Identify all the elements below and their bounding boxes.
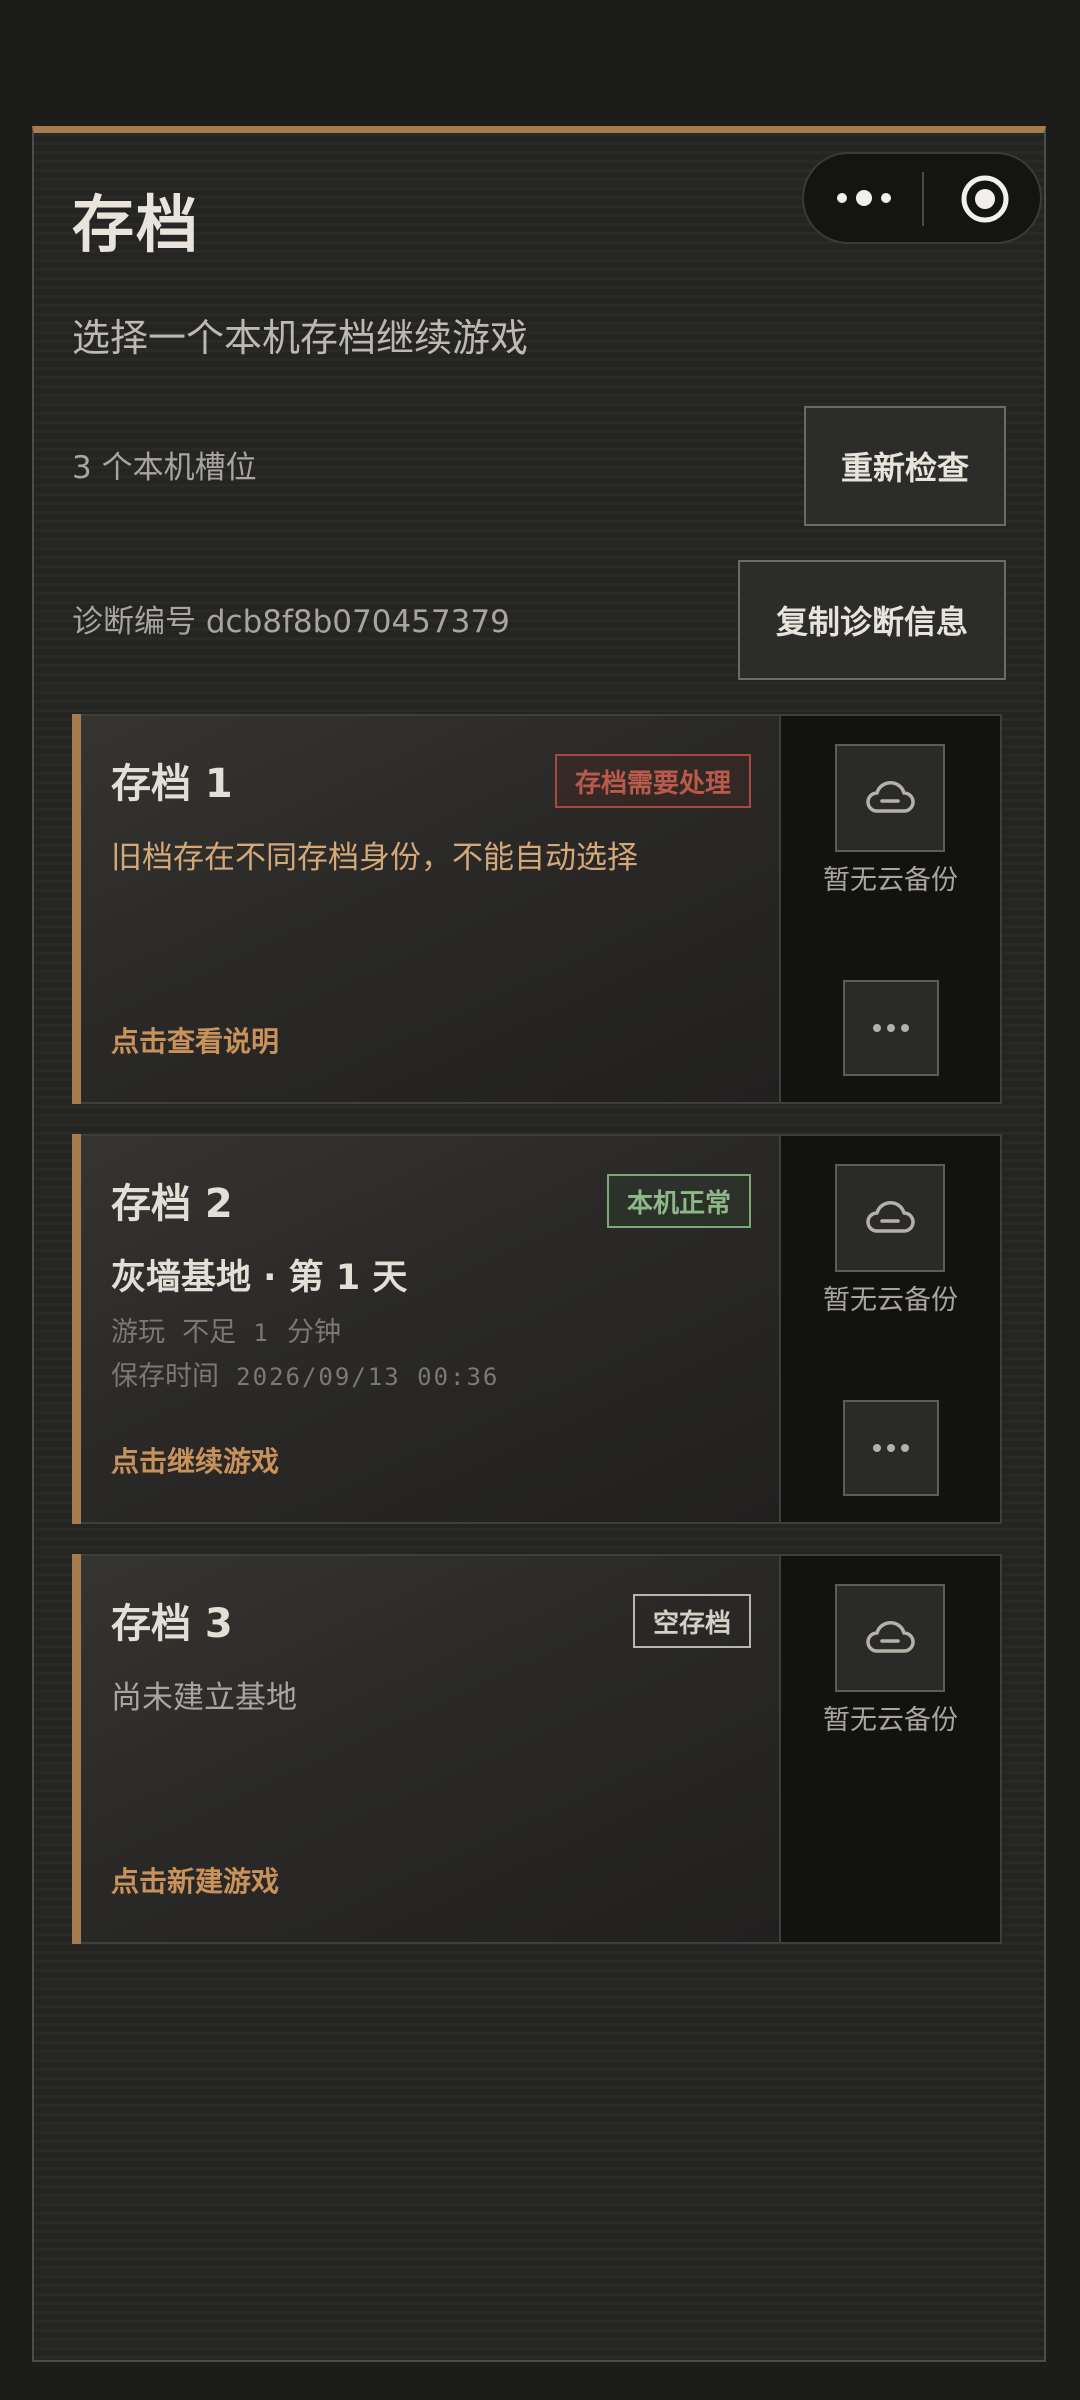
card-accent-bar [72,1134,81,1524]
save-slot-main-2[interactable]: 存档 2 本机正常 灰墙基地 · 第 1 天 游玩 不足 1 分钟 保存时间 2… [81,1136,781,1522]
cloud-backup-label: 暂无云备份 [823,1705,958,1736]
play-time-prefix: 不足 [182,1317,237,1348]
mini-program-capsule [802,152,1042,244]
save-slot-side-3: 暂无云备份 [781,1556,1000,1942]
saved-time-row: 保存时间 2026/09/13 00:36 [111,1358,499,1396]
copy-diagnostic-button[interactable]: 复制诊断信息 [738,560,1006,680]
save-slot-title: 存档 2 [111,1181,233,1227]
save-slot-description: 尚未建立基地 [111,1680,297,1716]
cloud-backup-label: 暂无云备份 [823,865,958,896]
card-accent-bar [72,714,81,1104]
play-time-row: 游玩 不足 1 分钟 [111,1314,341,1352]
saved-time-value: 2026/09/13 00:36 [236,1363,500,1391]
base-day-line: 灰墙基地 · 第 1 天 [111,1258,408,1298]
cloud-backup-button[interactable] [835,1584,945,1692]
save-slot-title: 存档 3 [111,1601,233,1647]
recheck-button[interactable]: 重新检查 [804,406,1006,526]
cloud-icon [866,780,915,813]
slot-count: 3 个本机槽位 [72,450,257,486]
play-time-value: 1 [253,1319,270,1347]
more-options-button[interactable] [843,1400,939,1496]
status-badge: 本机正常 [606,1174,751,1228]
save-slot-side-1: 暂无云备份 [781,716,1000,1102]
status-badge: 空存档 [632,1594,751,1648]
save-slot-main-3[interactable]: 存档 3 空存档 尚未建立基地 点击新建游戏 [81,1556,781,1942]
cloud-icon [866,1620,915,1653]
page-title: 存档 [72,188,201,261]
cloud-icon [866,1200,915,1233]
save-slot-title: 存档 1 [111,761,233,807]
page-subtitle: 选择一个本机存档继续游戏 [72,316,529,360]
target-circle-icon[interactable] [959,173,1011,225]
ellipsis-icon [873,1444,909,1452]
save-slot-card-3: 存档 3 空存档 尚未建立基地 点击新建游戏 暂无云备份 [72,1554,1002,1944]
capsule-divider [922,172,924,226]
save-slot-side-2: 暂无云备份 [781,1136,1000,1522]
save-slot-action[interactable]: 点击新建游戏 [111,1862,279,1902]
ellipsis-icon [873,1024,909,1032]
more-options-button[interactable] [843,980,939,1076]
play-time-unit: 分钟 [286,1317,341,1348]
cloud-backup-button[interactable] [835,1164,945,1272]
status-badge: 存档需要处理 [554,754,751,808]
diagnostic-id: 诊断编号 dcb8f8b070457379 [72,604,510,640]
save-slot-action[interactable]: 点击继续游戏 [111,1442,279,1482]
save-slot-action[interactable]: 点击查看说明 [111,1022,279,1062]
cloud-backup-label: 暂无云备份 [823,1285,958,1316]
card-accent-bar [72,1554,81,1944]
save-slot-card-2: 存档 2 本机正常 灰墙基地 · 第 1 天 游玩 不足 1 分钟 保存时间 2… [72,1134,1002,1524]
more-dots-icon[interactable] [834,182,894,214]
save-slot-main-1[interactable]: 存档 1 存档需要处理 旧档存在不同存档身份，不能自动选择 点击查看说明 [81,716,781,1102]
saved-time-label: 保存时间 [111,1361,219,1392]
save-slot-description: 旧档存在不同存档身份，不能自动选择 [111,840,638,876]
cloud-backup-button[interactable] [835,744,945,852]
play-time-label: 游玩 [111,1317,165,1348]
save-slot-card-1: 存档 1 存档需要处理 旧档存在不同存档身份，不能自动选择 点击查看说明 暂无云… [72,714,1002,1104]
